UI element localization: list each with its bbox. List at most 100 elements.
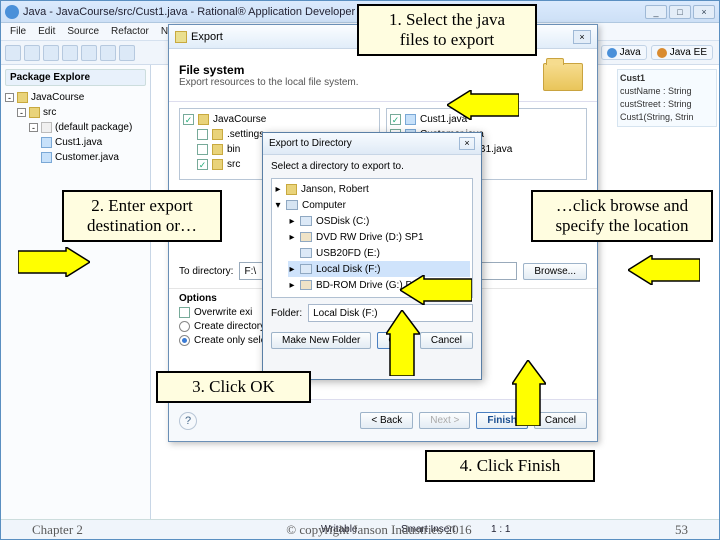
outline-view: Cust1 custName : String custStreet : Str… <box>617 69 717 127</box>
toolbar-icon[interactable] <box>24 45 40 61</box>
back-button[interactable]: < Back <box>360 412 413 429</box>
package-explorer: Package Explore -JavaCourse -src -(defau… <box>1 65 151 519</box>
folder-label: Folder: <box>271 308 302 319</box>
arrow-icon <box>512 360 546 426</box>
checkbox-icon[interactable]: ✓ <box>390 114 401 125</box>
outline-field: custStreet : String <box>620 98 714 111</box>
chevron-right-icon: ▸ <box>288 232 296 243</box>
toolbar-icon[interactable] <box>5 45 21 61</box>
export-close-button[interactable]: × <box>573 30 591 44</box>
export-icon <box>175 31 187 43</box>
radio-icon[interactable] <box>179 335 190 346</box>
radio-icon[interactable] <box>179 321 190 332</box>
outline-method: Cust1(String, Strin <box>620 111 714 124</box>
annotation-5: 4. Click Finish <box>425 450 595 482</box>
folder-icon <box>212 129 223 140</box>
toolbar-icon[interactable] <box>62 45 78 61</box>
annotation-4: 3. Click OK <box>156 371 311 403</box>
annotation-2: 2. Enter export destination or… <box>62 190 222 242</box>
browse-item[interactable]: USB20FD (E:) <box>288 245 470 261</box>
project-icon <box>198 114 209 125</box>
drive-icon <box>300 264 312 274</box>
menu-refactor[interactable]: Refactor <box>106 25 154 38</box>
toggle-icon[interactable]: - <box>17 108 26 117</box>
arrow-icon <box>386 310 420 376</box>
java-icon <box>607 48 617 58</box>
perspective-jee[interactable]: Java EE <box>651 45 713 60</box>
browse-close-button[interactable]: × <box>459 137 475 150</box>
browse-item[interactable]: ▾Computer <box>274 197 470 213</box>
folder-icon <box>29 107 40 118</box>
tree-row[interactable]: ✓JavaCourse <box>183 112 376 127</box>
arrow-icon <box>628 255 700 285</box>
browse-title: Export to Directory <box>269 138 352 149</box>
app-icon <box>5 5 19 19</box>
options-label: Options <box>179 293 217 304</box>
arrow-icon <box>447 90 519 120</box>
help-button[interactable]: ? <box>179 412 197 430</box>
to-directory-label: To directory: <box>179 266 233 277</box>
drive-icon <box>300 216 312 226</box>
chevron-right-icon: ▸ <box>288 216 296 227</box>
maximize-button[interactable]: □ <box>669 5 691 19</box>
chevron-down-icon: ▾ <box>274 200 282 211</box>
outline-field: custName : String <box>620 85 714 98</box>
toolbar-icon[interactable] <box>100 45 116 61</box>
browse-item[interactable]: ▸Janson, Robert <box>274 181 470 197</box>
toolbar-icon[interactable] <box>81 45 97 61</box>
slide-footer: Chapter 2 © copyright Janson Industries … <box>0 522 720 538</box>
browse-titlebar: Export to Directory × <box>263 133 481 155</box>
browse-item[interactable]: ▸OSDisk (C:) <box>288 213 470 229</box>
browse-dialog: Export to Directory × Select a directory… <box>262 132 482 380</box>
package-icon <box>41 122 52 133</box>
toolbar-icon[interactable] <box>43 45 59 61</box>
java-file-icon <box>41 152 52 163</box>
browse-button[interactable]: Browse... <box>523 263 587 280</box>
export-title-text: Export <box>191 31 223 43</box>
folder-export-icon <box>543 57 587 93</box>
window-buttons: _ □ × <box>645 5 715 19</box>
dvd-icon <box>300 232 312 242</box>
annotation-1: 1. Select the java files to export <box>357 4 537 56</box>
minimize-button[interactable]: _ <box>645 5 667 19</box>
perspective-switcher: Java Java EE <box>601 45 713 60</box>
browse-item[interactable]: ▸DVD RW Drive (D:) SP1 <box>288 229 470 245</box>
checkbox-icon[interactable] <box>179 307 190 318</box>
checkbox-icon[interactable]: ✓ <box>197 159 208 170</box>
java-file-icon <box>41 137 52 148</box>
new-folder-button[interactable]: Make New Folder <box>271 332 371 349</box>
dvd-icon <box>300 280 312 290</box>
slide-chapter: Chapter 2 <box>32 522 83 538</box>
toggle-icon[interactable]: - <box>5 93 14 102</box>
tree-project[interactable]: -JavaCourse <box>5 90 146 105</box>
close-button[interactable]: × <box>693 5 715 19</box>
checkbox-icon[interactable] <box>197 129 208 140</box>
tree-file[interactable]: Customer.java <box>41 150 146 165</box>
toggle-icon[interactable]: - <box>29 123 38 132</box>
jee-icon <box>657 48 667 58</box>
view-title: Package Explore <box>5 69 146 86</box>
tree-file[interactable]: Cust1.java <box>41 135 146 150</box>
outline-class: Cust1 <box>620 72 714 85</box>
chevron-right-icon: ▸ <box>288 264 296 275</box>
checkbox-icon[interactable]: ✓ <box>183 114 194 125</box>
drive-icon <box>300 248 312 258</box>
computer-icon <box>286 200 298 210</box>
slide-page: 53 <box>675 522 688 538</box>
checkbox-icon[interactable] <box>197 144 208 155</box>
slide-copyright: © copyright Janson Industries 2016 <box>286 522 471 538</box>
chevron-right-icon: ▸ <box>274 184 282 195</box>
arrow-icon <box>18 247 90 277</box>
browse-buttons: Make New Folder OK Cancel <box>263 328 481 353</box>
tree-src[interactable]: -src <box>17 105 146 120</box>
menu-edit[interactable]: Edit <box>33 25 60 38</box>
perspective-java[interactable]: Java <box>601 45 647 60</box>
tree-package[interactable]: -(default package) <box>29 120 146 135</box>
menu-file[interactable]: File <box>5 25 31 38</box>
browse-cancel-button[interactable]: Cancel <box>420 332 473 349</box>
next-button[interactable]: Next > <box>419 412 470 429</box>
menu-source[interactable]: Source <box>62 25 104 38</box>
toolbar-icon[interactable] <box>119 45 135 61</box>
export-heading: File system <box>179 63 244 77</box>
user-folder-icon <box>286 184 297 195</box>
